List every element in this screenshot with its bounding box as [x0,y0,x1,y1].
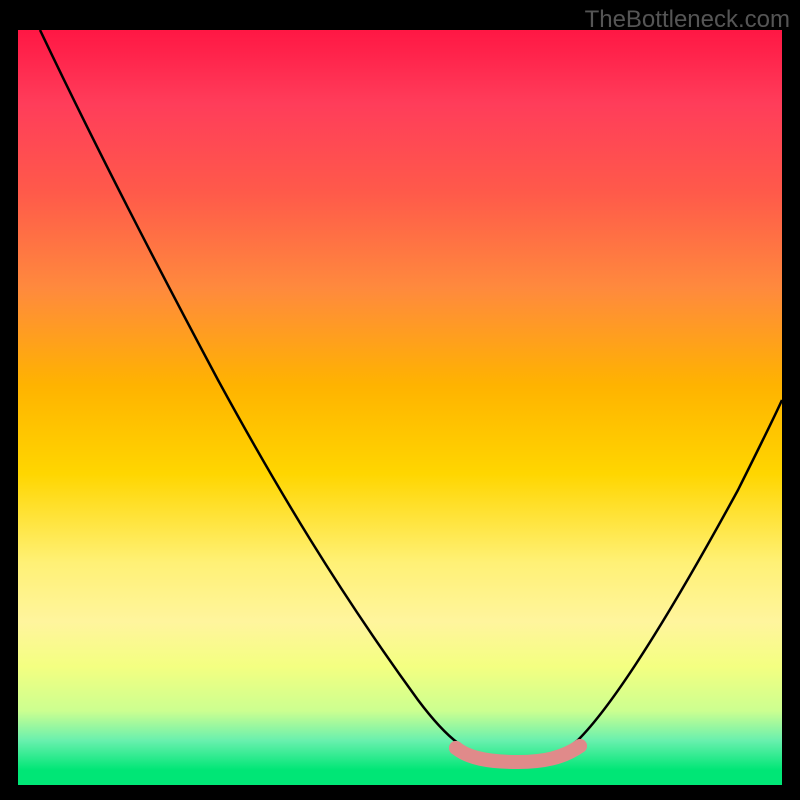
watermark-text: TheBottleneck.com [585,6,790,34]
gradient-background [18,30,782,770]
optimal-zone-band [18,770,782,785]
chart-frame [18,30,782,785]
